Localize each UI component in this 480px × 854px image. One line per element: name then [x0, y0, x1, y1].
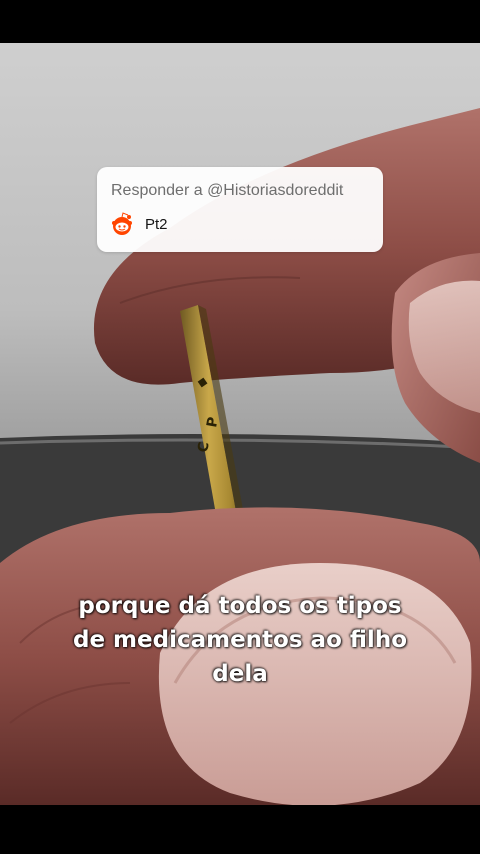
- reply-title: Responder a @Historiasdoreddit: [111, 182, 344, 199]
- video-frame[interactable]: ◆ C P Responder a @Historiasdoreddit Pt2…: [0, 43, 480, 805]
- reply-text: Pt2: [145, 216, 168, 233]
- caption-line: dela: [212, 661, 268, 687]
- reply-card[interactable]: Responder a @Historiasdoreddit Pt2: [97, 167, 383, 252]
- caption-line: porque dá todos os tipos: [78, 593, 402, 619]
- caption-line: de medicamentos ao filho: [72, 627, 407, 653]
- reddit-icon: [112, 212, 132, 235]
- video-caption: porque dá todos os tipos de medicamentos…: [40, 589, 440, 691]
